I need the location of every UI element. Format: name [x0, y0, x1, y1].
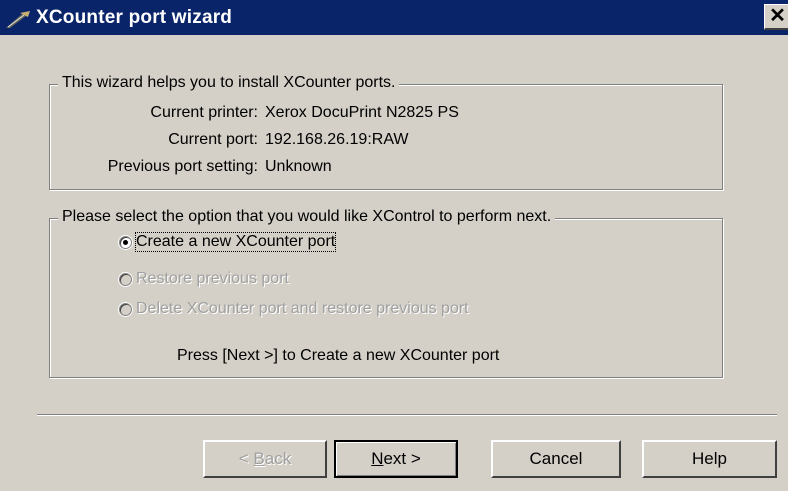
window-title: XCounter port wizard [36, 7, 233, 28]
option-delete-port: Delete XCounter port and restore previou… [119, 300, 469, 318]
help-label: Help [692, 449, 727, 468]
previous-port-label: Previous port setting: [107, 158, 258, 175]
help-button[interactable]: Help [642, 440, 777, 478]
back-mnemonic: B [253, 449, 265, 468]
separator-line [37, 414, 777, 416]
option-create-label[interactable]: Create a new XCounter port [134, 232, 337, 252]
current-printer-value: Xerox DocuPrint N2825 PS [265, 104, 459, 121]
next-rest: ext > [383, 449, 421, 468]
radio-unchecked-icon [119, 272, 132, 286]
wizard-wand-icon [6, 11, 30, 28]
radio-unchecked-icon [119, 302, 132, 316]
back-prefix: < [238, 449, 254, 468]
option-create-port[interactable]: Create a new XCounter port [119, 232, 337, 252]
radio-checked-icon[interactable] [119, 235, 132, 249]
current-port-value: 192.168.26.19:RAW [265, 131, 409, 148]
back-button: < Back [203, 440, 327, 478]
next-mnemonic: N [371, 449, 384, 468]
info-group-legend: This wizard helps you to install XCounte… [58, 74, 400, 92]
next-button[interactable]: Next > [334, 440, 458, 478]
next-hint-text: Press [Next >] to Create a new XCounter … [177, 347, 500, 364]
options-group-legend: Please select the option that you would … [58, 208, 556, 226]
current-printer-label: Current printer: [150, 104, 258, 121]
title-bar: XCounter port wizard ✕ [0, 0, 788, 35]
previous-port-value: Unknown [265, 158, 332, 175]
option-restore-port: Restore previous port [119, 270, 289, 288]
option-restore-label: Restore previous port [136, 270, 289, 287]
back-rest: ack [264, 449, 292, 468]
option-delete-label: Delete XCounter port and restore previou… [136, 300, 469, 317]
current-port-label: Current port: [168, 131, 258, 148]
close-button[interactable]: ✕ [764, 4, 788, 30]
cancel-label: Cancel [529, 449, 583, 468]
cancel-button[interactable]: Cancel [491, 440, 621, 478]
